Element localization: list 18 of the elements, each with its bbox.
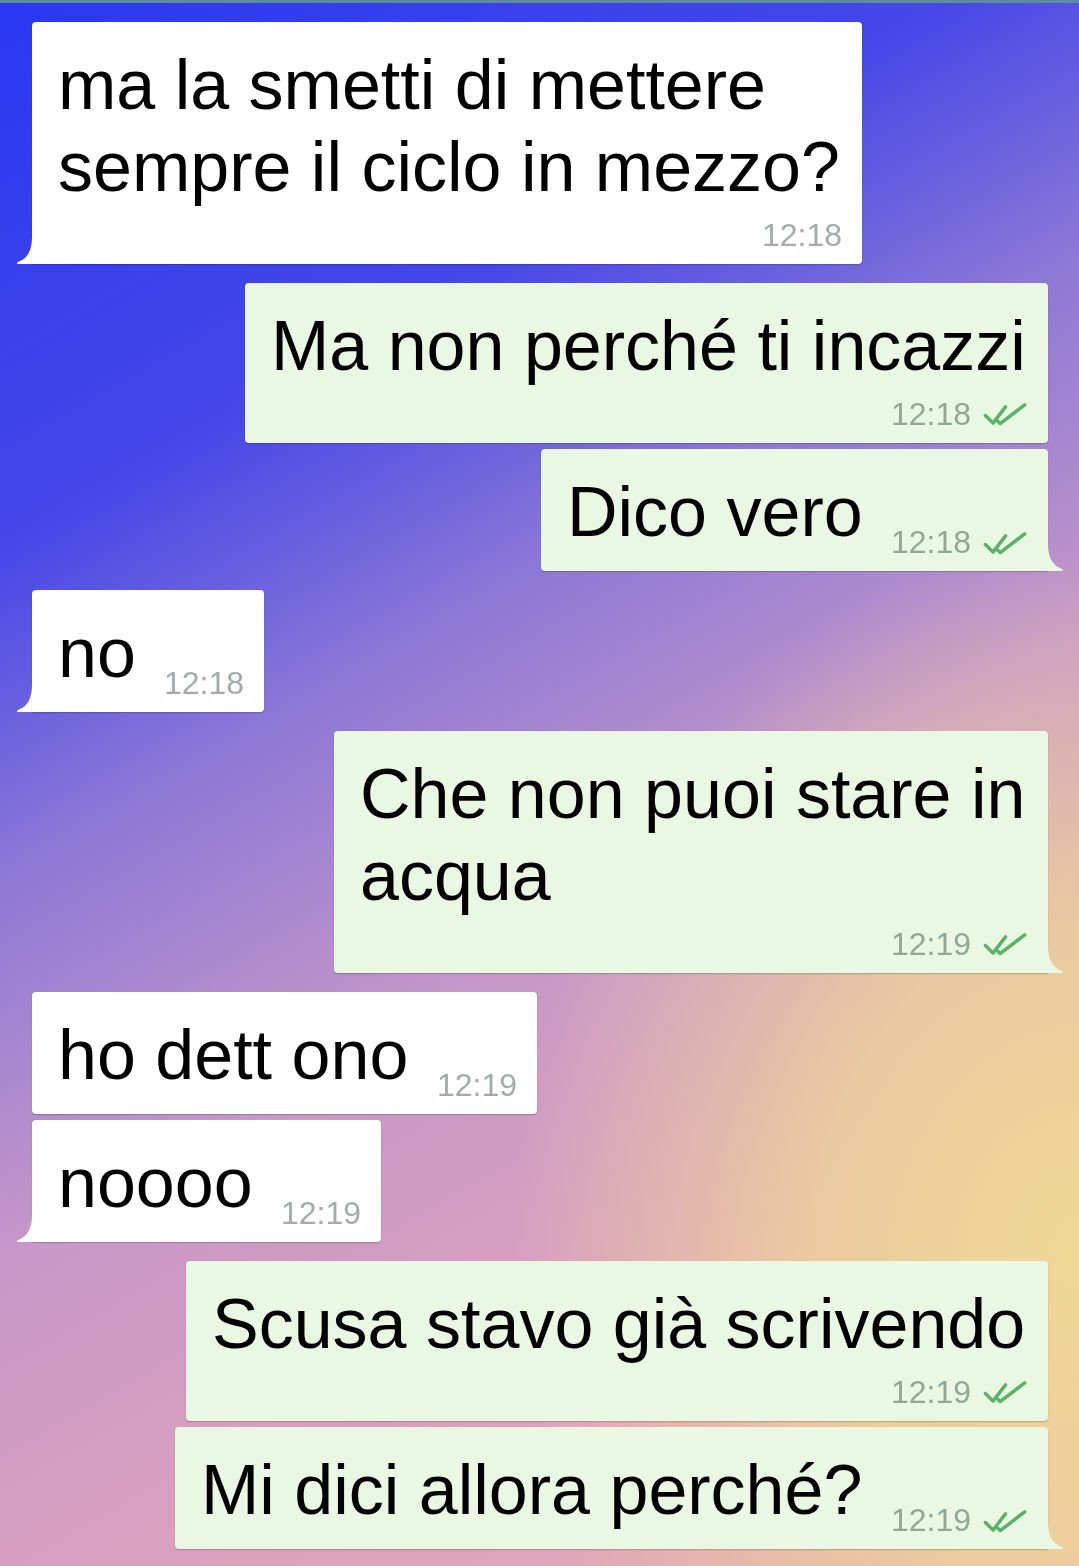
message-text: ma la smetti di mettere sempre il ciclo in mezzo?: [58, 46, 840, 206]
message-text: Ma non perché ti incazzi: [271, 307, 1026, 385]
message-text: no: [58, 614, 136, 692]
message-text: Dico vero: [567, 473, 863, 551]
message-time: 12:18: [890, 398, 971, 430]
message-time: 12:18: [761, 219, 842, 251]
message-time: 12:19: [436, 1067, 517, 1103]
message-text: noooo: [58, 1144, 253, 1222]
message-time: 12:19: [890, 928, 971, 960]
message-time: 12:18: [163, 665, 244, 701]
message-time: 12:19: [280, 1195, 361, 1231]
message-time: 12:19: [890, 1376, 971, 1408]
message-text: Mi dici allora perché?: [201, 1451, 863, 1529]
message-text: Che non puoi stare in acqua: [360, 755, 1026, 915]
message-time: 12:18: [890, 524, 971, 560]
message-text: Scusa stavo già scrivendo: [212, 1285, 1026, 1363]
message-text: ho dett ono: [58, 1016, 409, 1094]
message-time: 12:19: [890, 1502, 971, 1538]
